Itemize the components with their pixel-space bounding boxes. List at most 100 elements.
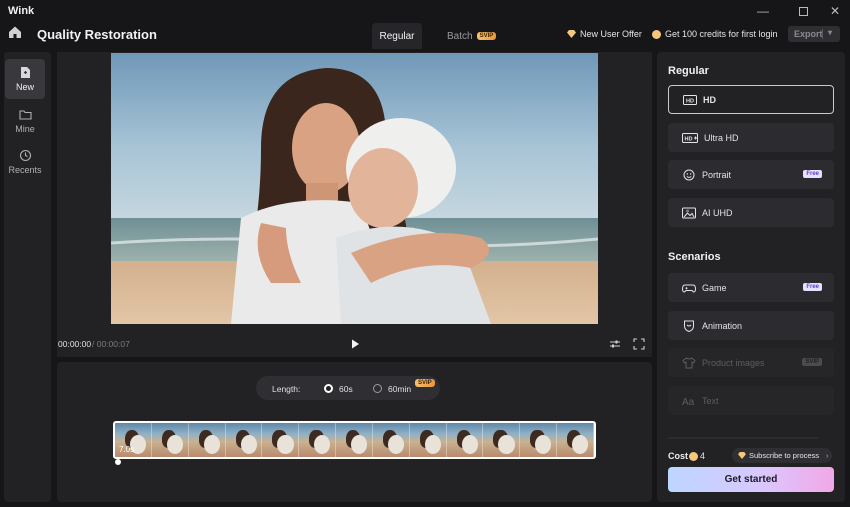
diamond-icon xyxy=(738,452,746,459)
timeline-frame xyxy=(409,423,447,457)
export-button[interactable]: Export ▾ xyxy=(788,26,840,42)
option-product-images[interactable]: Product images SVIP xyxy=(668,348,834,377)
minimize-icon[interactable]: — xyxy=(746,2,780,20)
timeline-frame xyxy=(557,423,594,457)
hd-plus-icon: HD xyxy=(682,132,698,143)
timeline-frame xyxy=(151,423,189,457)
option-label: Text xyxy=(702,395,719,406)
timeline-frame xyxy=(262,423,300,457)
get-started-label: Get started xyxy=(724,474,778,485)
timeline-frame xyxy=(483,423,521,457)
section-title-scenarios: Scenarios xyxy=(668,251,721,263)
shirt-icon xyxy=(682,356,696,368)
chevron-down-icon[interactable]: ▾ xyxy=(828,28,832,37)
tab-batch[interactable]: Batch SVIP xyxy=(437,23,506,49)
fullscreen-icon xyxy=(633,338,645,350)
credits-offer-link[interactable]: Get 100 credits for first login xyxy=(652,29,778,39)
svg-text:Aa: Aa xyxy=(682,397,695,407)
total-time: / 00:00:07 xyxy=(92,339,130,349)
radio-60s[interactable] xyxy=(324,384,333,393)
option-hd[interactable]: HD HD xyxy=(668,85,834,114)
option-label: Animation xyxy=(702,320,743,331)
divider xyxy=(822,29,823,39)
new-user-offer-link[interactable]: New User Offer xyxy=(567,29,642,39)
timeline-frame xyxy=(336,423,373,457)
sidebar-item-recents[interactable]: Recents xyxy=(5,142,45,182)
free-badge: Free xyxy=(803,170,822,178)
diamond-icon xyxy=(567,30,576,38)
current-time: 00:00:00 xyxy=(58,339,92,349)
option-portrait[interactable]: Portrait Free xyxy=(668,160,834,189)
close-icon[interactable]: ✕ xyxy=(818,2,850,20)
adjust-button[interactable] xyxy=(609,338,621,350)
svg-text:AI: AI xyxy=(686,209,689,213)
play-button[interactable] xyxy=(348,337,362,351)
timeline-frame xyxy=(446,423,484,457)
timeline-frame xyxy=(299,423,337,457)
option-60s-label[interactable]: 60s xyxy=(339,384,353,394)
option-animation[interactable]: Animation xyxy=(668,311,834,340)
svg-text:HD: HD xyxy=(685,136,693,142)
cost-label: Cost xyxy=(668,451,688,461)
option-ai-uhd[interactable]: AI AI UHD xyxy=(668,198,834,227)
sliders-icon xyxy=(610,340,620,348)
chevron-right-icon: › xyxy=(826,451,829,460)
home-icon[interactable] xyxy=(8,25,28,43)
svip-badge: SVIP xyxy=(802,358,822,366)
clock-icon xyxy=(19,149,31,162)
sidebar-item-label: Mine xyxy=(15,124,35,134)
option-label: Product images xyxy=(702,357,765,368)
option-label: Portrait xyxy=(702,169,732,180)
coin-icon xyxy=(652,29,661,39)
shield-icon xyxy=(684,320,694,332)
credits-offer-label: Get 100 credits for first login xyxy=(665,29,778,39)
length-label: Length: xyxy=(272,384,301,394)
timeline-frame xyxy=(372,423,410,457)
section-title-regular: Regular xyxy=(668,65,709,77)
title-bar xyxy=(0,0,850,22)
tab-label: Regular xyxy=(379,30,415,42)
sidebar-item-label: New xyxy=(15,82,34,92)
subscribe-button[interactable]: Subscribe to process › xyxy=(732,448,832,463)
timeline-frame xyxy=(188,423,226,457)
maximize-icon[interactable] xyxy=(786,2,820,20)
option-label: HD xyxy=(703,94,716,105)
ai-image-icon: AI xyxy=(682,207,696,218)
strip-duration: 7.0s xyxy=(119,445,135,454)
play-icon xyxy=(352,339,359,349)
option-text[interactable]: Aa Text xyxy=(668,386,834,415)
svg-text:HD: HD xyxy=(686,98,694,104)
app-name: Wink xyxy=(8,5,35,17)
radio-60min[interactable] xyxy=(373,384,382,393)
sidebar-item-label: Recents xyxy=(8,165,42,175)
face-icon xyxy=(683,169,695,180)
page-title: Quality Restoration xyxy=(37,27,157,42)
tab-regular[interactable]: Regular xyxy=(372,23,422,49)
option-60min-label[interactable]: 60min xyxy=(388,384,411,394)
frame-strip[interactable] xyxy=(113,421,596,459)
option-label: Game xyxy=(702,282,727,293)
option-label: Ultra HD xyxy=(704,132,739,143)
export-label: Export xyxy=(794,29,823,39)
free-badge: Free xyxy=(803,283,822,291)
sidebar-item-new[interactable]: New xyxy=(5,59,45,99)
sidebar-item-mine[interactable]: Mine xyxy=(5,101,45,141)
tab-label: Batch xyxy=(447,30,473,42)
playhead-handle[interactable] xyxy=(115,459,121,465)
cutoff-divider xyxy=(668,437,818,439)
option-label: AI UHD xyxy=(702,207,733,218)
video-preview[interactable] xyxy=(111,53,598,324)
coin-icon xyxy=(689,452,698,461)
preview-image xyxy=(111,53,598,324)
fullscreen-button[interactable] xyxy=(633,338,645,350)
new-file-icon xyxy=(20,67,30,78)
get-started-button[interactable]: Get started xyxy=(668,467,834,492)
hd-icon: HD xyxy=(683,94,697,105)
text-icon: Aa xyxy=(682,397,695,407)
timeline-frame xyxy=(520,423,558,457)
svip-badge: SVIP xyxy=(415,379,435,387)
cost-value: 4 xyxy=(700,451,706,461)
option-ultra-hd[interactable]: HD Ultra HD xyxy=(668,123,834,152)
option-game[interactable]: Game Free xyxy=(668,273,834,302)
svip-badge: SVIP xyxy=(476,32,497,40)
